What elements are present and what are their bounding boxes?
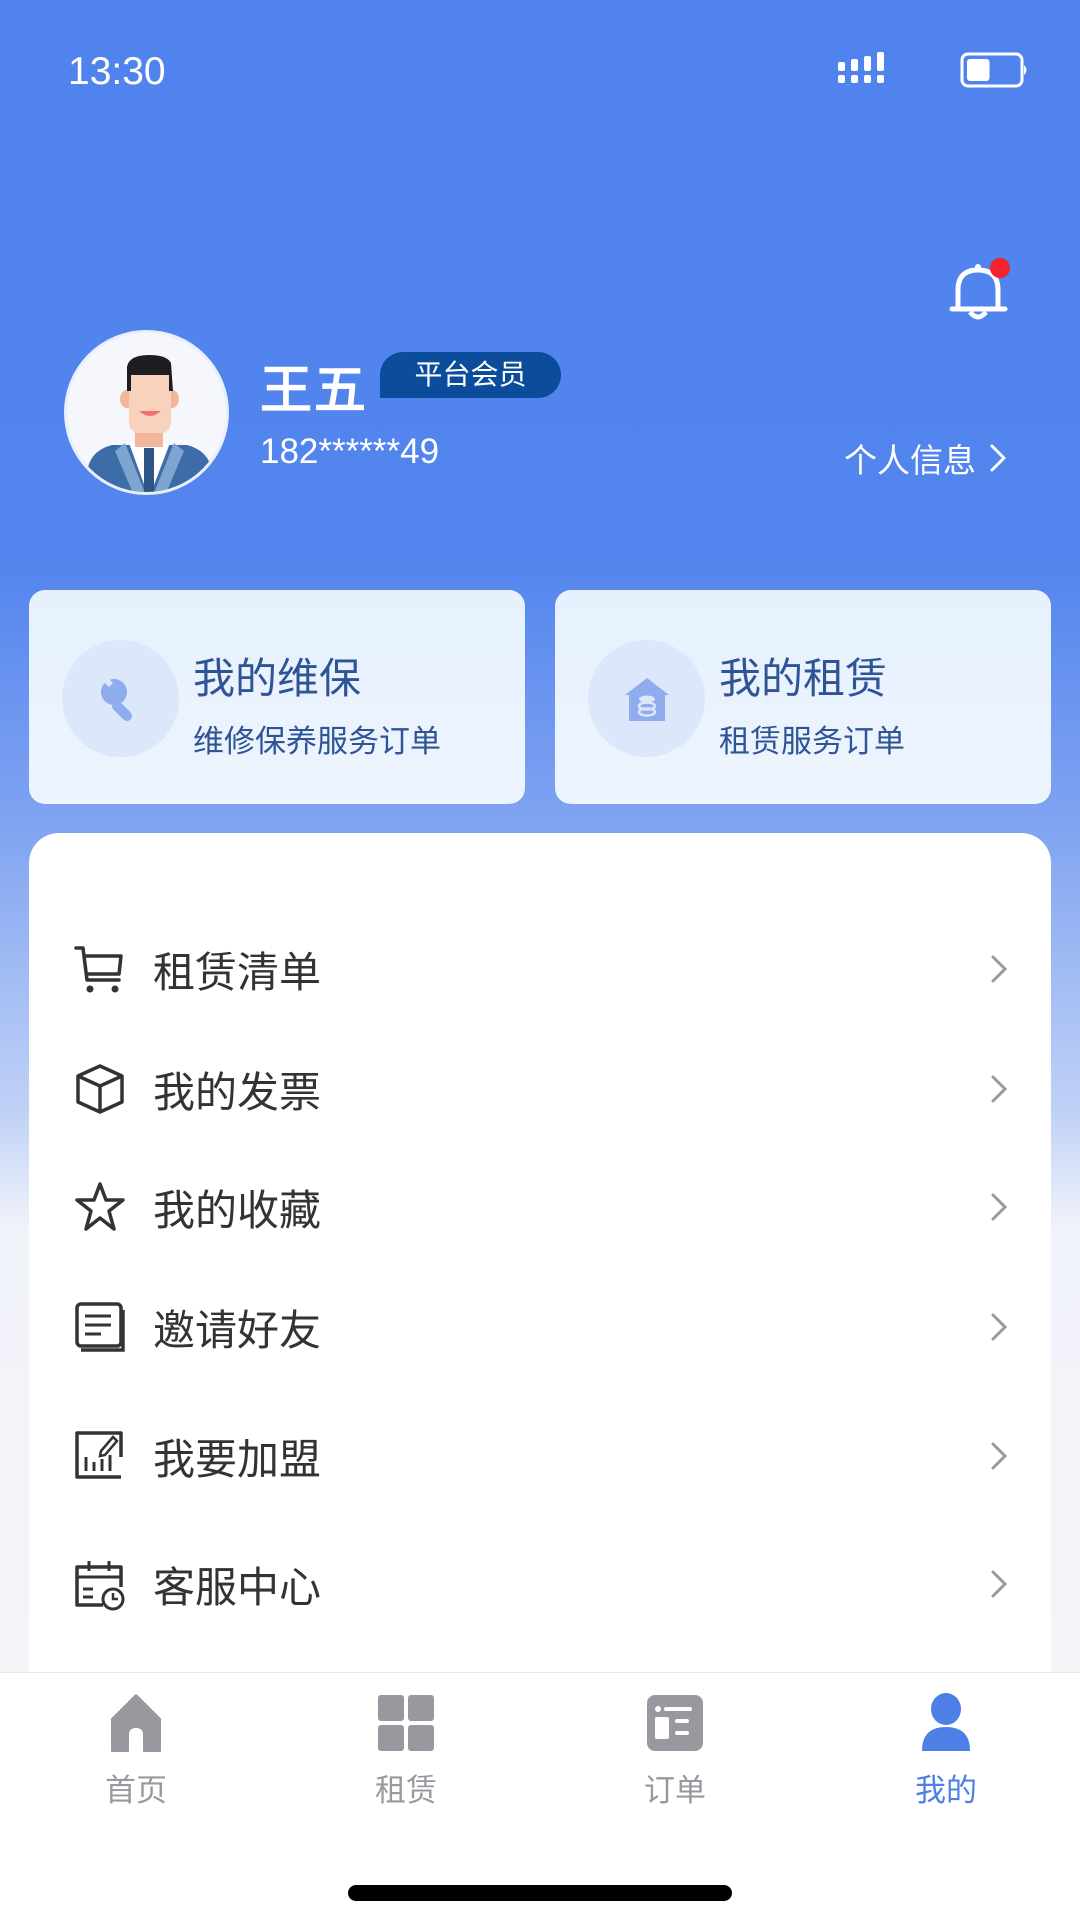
profile-info-link[interactable]: 个人信息 [844,434,1008,482]
chevron-right-icon [991,955,1008,983]
person-icon [922,1693,970,1751]
tab-label: 订单 [644,1773,706,1809]
card-subtitle: 租赁服务订单 [719,724,905,760]
box-icon [76,1064,124,1114]
menu-item-label: 我的收藏 [153,1185,322,1235]
chevron-right-icon [991,1075,1008,1103]
wrench-icon [100,676,132,721]
menu-item-label: 客服中心 [153,1562,322,1612]
home-icon [111,1694,161,1752]
menu-panel: 租赁清单 我的发票 我的收藏 邀请好友 我要加盟 客服中心 [29,833,1051,1743]
card-icon-circle [588,640,705,757]
order-icon [647,1695,703,1751]
notification-dot [990,258,1010,278]
tab-label: 租赁 [375,1773,437,1809]
tab-mine[interactable]: 我的 [876,1693,1016,1823]
chevron-right-icon [991,1442,1008,1470]
bell-icon [949,258,1010,320]
menu-item-label: 邀请好友 [153,1305,322,1355]
document-list-icon [75,1302,125,1352]
menu-item-join-franchise[interactable]: 我要加盟 [29,1406,1051,1506]
chevron-right-icon [991,1313,1008,1341]
calendar-clock-icon [75,1561,125,1611]
tab-orders[interactable]: 订单 [605,1693,745,1823]
card-title: 我的维保 [193,654,362,703]
chevron-right-icon [991,1193,1008,1221]
signal-icon [838,52,884,83]
battery-icon [960,52,1027,88]
user-name: 王五 [260,361,369,421]
menu-item-invite-friends[interactable]: 邀请好友 [29,1277,1051,1377]
profile-info-label: 个人信息 [844,441,976,480]
menu-item-my-favorites[interactable]: 我的收藏 [29,1157,1051,1257]
chevron-right-icon [990,444,1006,472]
tab-bar: 首页 租赁 订单 我的 [0,1672,1080,1920]
card-icon-circle [62,640,179,757]
avatar[interactable] [64,330,229,495]
tab-rental[interactable]: 租赁 [336,1693,476,1823]
menu-item-my-invoices[interactable]: 我的发票 [29,1039,1051,1139]
chevron-right-icon [991,1570,1008,1598]
card-my-maintenance[interactable]: 我的维保 维修保养服务订单 [29,590,525,804]
status-time: 13:30 [68,50,166,93]
chart-edit-icon [75,1431,123,1479]
house-coins-icon [624,677,669,721]
tab-label: 首页 [105,1773,167,1809]
menu-item-label: 我要加盟 [153,1434,322,1484]
phone-number: 182******49 [260,432,440,471]
cart-icon [74,946,123,993]
menu-item-rental-list[interactable]: 租赁清单 [29,919,1051,1019]
status-bar: 13:30 [0,0,1080,150]
tab-label: 我的 [915,1773,977,1809]
grid-icon [378,1695,434,1751]
menu-item-label: 租赁清单 [153,947,322,997]
card-subtitle: 维修保养服务订单 [193,724,441,760]
notification-button[interactable] [948,258,1012,326]
star-icon [75,1182,125,1231]
menu-item-customer-service[interactable]: 客服中心 [29,1534,1051,1634]
card-title: 我的租赁 [719,654,888,703]
home-indicator[interactable] [348,1885,732,1901]
battery-fill [967,59,990,81]
menu-item-label: 我的发票 [153,1067,322,1117]
member-badge: 平台会员 [380,352,561,398]
tab-home[interactable]: 首页 [66,1693,206,1823]
card-my-rental[interactable]: 我的租赁 租赁服务订单 [555,590,1051,804]
avatar-businessman-icon [87,355,212,492]
